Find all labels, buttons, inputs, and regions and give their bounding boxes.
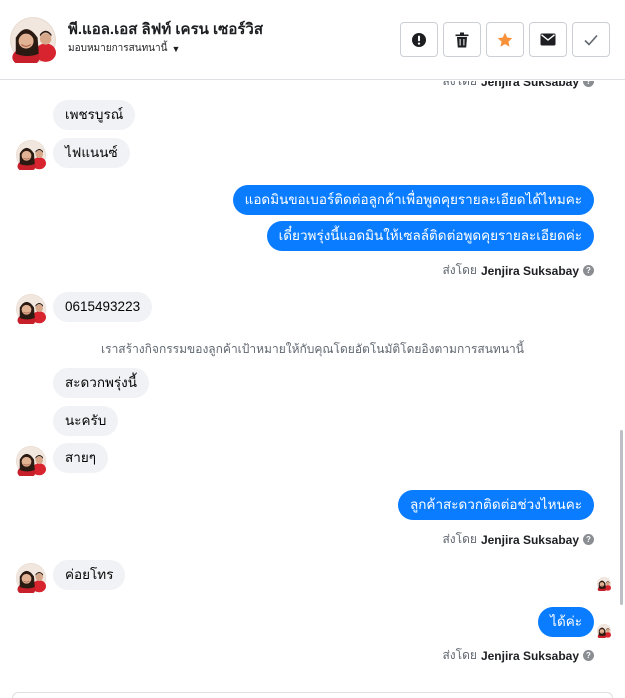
contact-name[interactable]: พี.แอล.เอส ลิฟท์ เครน เซอร์วิส	[68, 17, 263, 41]
info-icon[interactable]: ?	[583, 534, 594, 545]
message-bubble[interactable]: นะครับ	[53, 406, 119, 436]
assign-conversation-label: มอบหมายการสนทนานี้	[68, 43, 168, 54]
system-note: เราสร้างกิจกรรมของลูกค้าเป้าหมายให้กับคุ…	[101, 342, 524, 356]
message-bubble[interactable]: สะดวกพรุ่งนี้	[53, 368, 149, 398]
sent-by-prefix: ส่งโดย	[442, 81, 477, 88]
mark-done-button[interactable]	[572, 22, 610, 57]
assign-conversation-dropdown[interactable]: มอบหมายการสนทนานี้ ▼	[68, 41, 180, 56]
sent-by-author[interactable]: Jenjira Suksabay	[481, 533, 579, 547]
mark-unread-button[interactable]	[529, 22, 567, 57]
message-thread[interactable]: ส่งโดย Jenjira Suksabay ? เพชรบูรณ์ ไฟแน…	[0, 81, 625, 693]
message-bubble[interactable]: ไฟแนนซ์	[53, 138, 130, 168]
message-bubble[interactable]: ได้ค่ะ	[538, 607, 594, 637]
read-receipt-avatar	[597, 624, 611, 638]
message-composer[interactable]	[12, 692, 613, 698]
sent-by-line: ส่งโดย Jenjira Suksabay ?	[442, 81, 594, 91]
message-bubble[interactable]: ค่อยโทร	[53, 560, 126, 590]
sent-by-author[interactable]: Jenjira Suksabay	[481, 81, 579, 89]
alert-icon	[412, 32, 426, 47]
sent-by-prefix: ส่งโดย	[442, 263, 477, 277]
sent-by-line: ส่งโดย Jenjira Suksabay ?	[442, 646, 594, 665]
delete-button[interactable]	[443, 22, 481, 57]
message-bubble[interactable]: เพชรบูรณ์	[53, 100, 136, 130]
sent-by-prefix: ส่งโดย	[442, 648, 477, 662]
message-bubble[interactable]: แอดมินขอเบอร์ติดต่อลูกค้าเพื่อพูดคุยรายล…	[232, 185, 594, 215]
contact-avatar-small	[16, 294, 46, 324]
trash-icon	[455, 32, 469, 47]
message-bubble[interactable]: สายๆ	[53, 443, 108, 473]
star-icon	[497, 32, 513, 47]
thread-scrollbar[interactable]	[620, 430, 623, 605]
contact-avatar-small	[16, 140, 46, 170]
message-bubble[interactable]: 0615493223	[53, 292, 153, 322]
mark-spam-button[interactable]	[400, 22, 438, 57]
star-button[interactable]	[486, 22, 524, 57]
sent-by-author[interactable]: Jenjira Suksabay	[481, 649, 579, 663]
sent-by-author[interactable]: Jenjira Suksabay	[481, 264, 579, 278]
message-bubble[interactable]: เดี๋ยวพรุ่งนี้แอดมินให้เซลล์ติดต่อพูดคุย…	[266, 221, 594, 251]
caret-down-icon: ▼	[171, 43, 181, 54]
sent-by-line: ส่งโดย Jenjira Suksabay ?	[442, 530, 594, 549]
contact-avatar[interactable]	[10, 17, 56, 63]
read-receipt-avatar	[597, 577, 611, 591]
contact-avatar-small	[16, 446, 46, 476]
info-icon[interactable]: ?	[583, 81, 594, 87]
sent-by-line: ส่งโดย Jenjira Suksabay ?	[442, 261, 594, 280]
info-icon[interactable]: ?	[583, 265, 594, 276]
sent-by-prefix: ส่งโดย	[442, 532, 477, 546]
conversation-header: พี.แอล.เอส ลิฟท์ เครน เซอร์วิส มอบหมายกา…	[0, 0, 625, 80]
info-icon[interactable]: ?	[583, 650, 594, 661]
envelope-icon	[540, 33, 556, 46]
conversation-actions	[400, 22, 610, 57]
contact-avatar-small	[16, 563, 46, 593]
checkmark-icon	[584, 34, 598, 46]
message-bubble[interactable]: ลูกค้าสะดวกติดต่อช่วงไหนคะ	[397, 490, 594, 520]
